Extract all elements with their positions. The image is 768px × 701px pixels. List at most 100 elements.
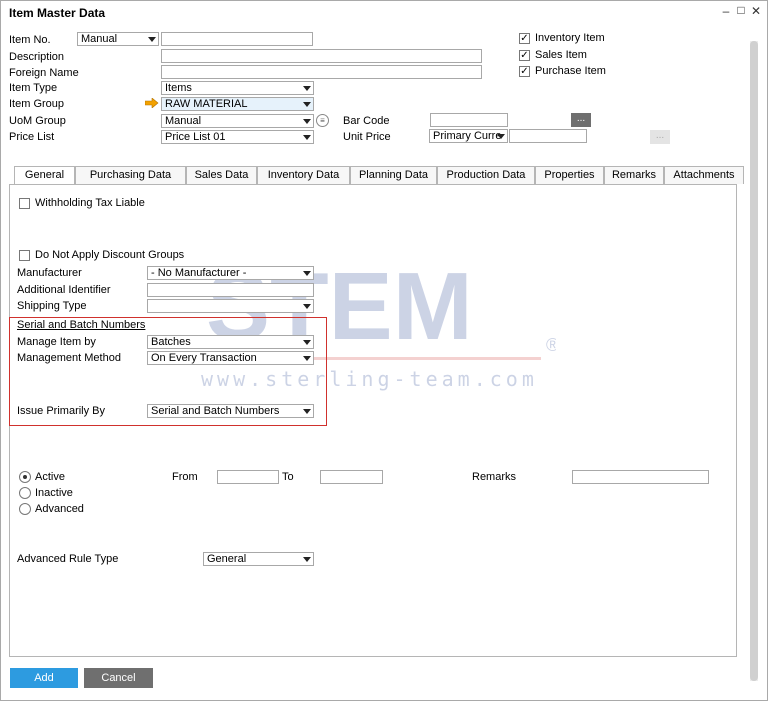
minimize-icon[interactable]: – bbox=[719, 4, 733, 18]
bar-code-browse-button[interactable]: ... bbox=[571, 113, 591, 127]
bar-code-input[interactable] bbox=[430, 113, 508, 127]
description-label: Description bbox=[9, 51, 65, 63]
issue-primarily-by-value: Serial and Batch Numbers bbox=[151, 405, 280, 417]
item-type-value: Items bbox=[165, 82, 192, 94]
item-no-series-value: Manual bbox=[81, 33, 118, 45]
inventory-item-checkbox[interactable]: ✓ bbox=[519, 33, 530, 44]
item-no-input[interactable] bbox=[161, 32, 313, 46]
serial-batch-header: Serial and Batch Numbers bbox=[17, 319, 146, 331]
description-input[interactable] bbox=[161, 49, 482, 63]
item-type-label: Item Type bbox=[9, 82, 58, 94]
sales-item-label: Sales Item bbox=[535, 49, 587, 61]
currency-value: Primary Curre bbox=[433, 130, 502, 142]
title-bar: Item Master Data – □ ✕ bbox=[1, 1, 767, 25]
withholding-tax-label: Withholding Tax Liable bbox=[35, 197, 145, 209]
additional-identifier-input[interactable] bbox=[147, 283, 314, 297]
manufacturer-label: Manufacturer bbox=[17, 267, 82, 279]
additional-identifier-label: Additional Identifier bbox=[17, 284, 111, 296]
chevron-down-icon bbox=[303, 557, 311, 562]
to-date-input[interactable] bbox=[320, 470, 383, 484]
management-method-value: On Every Transaction bbox=[151, 352, 257, 364]
unit-price-label: Unit Price bbox=[343, 131, 391, 143]
shipping-type-select[interactable] bbox=[147, 299, 314, 313]
tab-remarks[interactable]: Remarks bbox=[604, 166, 664, 184]
active-radio[interactable] bbox=[19, 471, 31, 483]
unit-price-input[interactable] bbox=[509, 129, 587, 143]
scrollbar-thumb[interactable] bbox=[750, 41, 758, 681]
unit-price-browse-button[interactable]: ... bbox=[650, 130, 670, 144]
price-list-label: Price List bbox=[9, 131, 55, 143]
issue-primarily-by-label: Issue Primarily By bbox=[17, 405, 106, 417]
maximize-icon[interactable]: □ bbox=[734, 3, 748, 17]
item-group-value: RAW MATERIAL bbox=[165, 98, 248, 110]
chevron-down-icon bbox=[303, 409, 311, 414]
chevron-down-icon bbox=[303, 304, 311, 309]
item-group-label: Item Group bbox=[9, 98, 65, 110]
foreign-name-label: Foreign Name bbox=[9, 67, 79, 79]
shipping-type-label: Shipping Type bbox=[17, 300, 87, 312]
chevron-down-icon bbox=[303, 356, 311, 361]
item-master-data-window: Item Master Data – □ ✕ Item No. Manual D… bbox=[0, 0, 768, 701]
advanced-label: Advanced bbox=[35, 503, 84, 515]
advanced-rule-type-select[interactable]: General bbox=[203, 552, 314, 566]
link-arrow-icon[interactable] bbox=[145, 98, 159, 108]
to-label: To bbox=[282, 471, 294, 483]
item-group-select[interactable]: RAW MATERIAL bbox=[161, 97, 314, 111]
issue-primarily-by-select[interactable]: Serial and Batch Numbers bbox=[147, 404, 314, 418]
inactive-label: Inactive bbox=[35, 487, 73, 499]
uom-group-value: Manual bbox=[165, 115, 202, 127]
from-date-input[interactable] bbox=[217, 470, 279, 484]
price-list-value: Price List 01 bbox=[165, 131, 226, 143]
purchase-item-checkbox[interactable]: ✓ bbox=[519, 66, 530, 77]
chevron-down-icon bbox=[303, 86, 311, 91]
manufacturer-select[interactable]: - No Manufacturer - bbox=[147, 266, 314, 280]
chevron-down-icon bbox=[303, 119, 311, 124]
tab-purchasing-data[interactable]: Purchasing Data bbox=[75, 166, 186, 184]
manage-item-by-value: Batches bbox=[151, 336, 191, 348]
cancel-button[interactable]: Cancel bbox=[84, 668, 153, 688]
window-title: Item Master Data bbox=[9, 6, 106, 20]
vertical-scrollbar[interactable] bbox=[750, 41, 758, 681]
tab-general[interactable]: General bbox=[14, 166, 75, 185]
sales-item-checkbox[interactable]: ✓ bbox=[519, 50, 530, 61]
no-discount-checkbox[interactable] bbox=[19, 250, 30, 261]
uom-list-icon[interactable]: ≡ bbox=[316, 114, 329, 127]
chevron-down-icon bbox=[497, 134, 505, 139]
remarks-label: Remarks bbox=[472, 471, 517, 483]
inactive-radio[interactable] bbox=[19, 487, 31, 499]
tab-inventory-data[interactable]: Inventory Data bbox=[257, 166, 350, 184]
price-list-select[interactable]: Price List 01 bbox=[161, 130, 314, 144]
foreign-name-input[interactable] bbox=[161, 65, 482, 79]
manage-item-by-select[interactable]: Batches bbox=[147, 335, 314, 349]
active-label: Active bbox=[35, 471, 65, 483]
chevron-down-icon bbox=[303, 340, 311, 345]
from-label: From bbox=[172, 471, 198, 483]
currency-select[interactable]: Primary Curre bbox=[429, 129, 508, 143]
manage-item-by-label: Manage Item by bbox=[17, 336, 96, 348]
tab-properties[interactable]: Properties bbox=[535, 166, 604, 184]
chevron-down-icon bbox=[303, 102, 311, 107]
manufacturer-value: - No Manufacturer - bbox=[151, 267, 247, 279]
item-no-label: Item No. bbox=[9, 34, 51, 46]
add-button[interactable]: Add bbox=[10, 668, 78, 688]
tab-sales-data[interactable]: Sales Data bbox=[186, 166, 257, 184]
bar-code-label: Bar Code bbox=[343, 115, 390, 127]
item-type-select[interactable]: Items bbox=[161, 81, 314, 95]
close-icon[interactable]: ✕ bbox=[749, 4, 763, 18]
tab-production-data[interactable]: Production Data bbox=[437, 166, 535, 184]
management-method-label: Management Method bbox=[17, 352, 121, 364]
tab-attachments[interactable]: Attachments bbox=[664, 166, 744, 184]
chevron-down-icon bbox=[303, 271, 311, 276]
item-no-series-select[interactable]: Manual bbox=[77, 32, 159, 46]
inventory-item-label: Inventory Item bbox=[535, 32, 605, 44]
tab-planning-data[interactable]: Planning Data bbox=[350, 166, 437, 184]
withholding-tax-checkbox[interactable] bbox=[19, 198, 30, 209]
advanced-rule-type-value: General bbox=[207, 553, 247, 565]
purchase-item-label: Purchase Item bbox=[535, 65, 606, 77]
chevron-down-icon bbox=[303, 135, 311, 140]
uom-group-select[interactable]: Manual bbox=[161, 114, 314, 128]
chevron-down-icon bbox=[148, 37, 156, 42]
management-method-select[interactable]: On Every Transaction bbox=[147, 351, 314, 365]
advanced-radio[interactable] bbox=[19, 503, 31, 515]
remarks-input[interactable] bbox=[572, 470, 709, 484]
